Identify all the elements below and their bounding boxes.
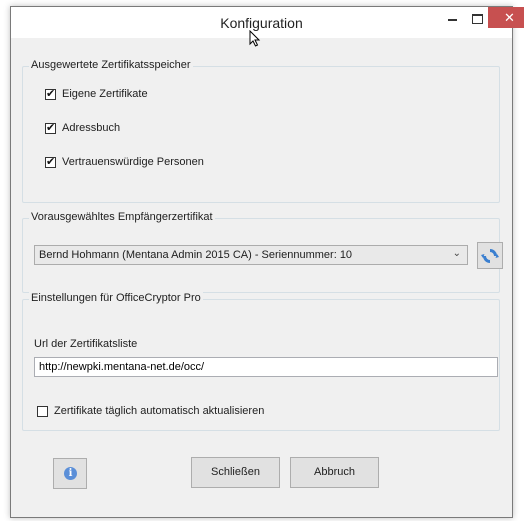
recipient-certificate-group-label: Vorausgewähltes Empfängerzertifikat <box>29 211 215 223</box>
checkbox-box[interactable]: ✔ <box>45 87 56 100</box>
checkmark-icon: ✔ <box>46 155 56 168</box>
checkbox-box[interactable]: ✔ <box>45 155 56 168</box>
address-book-label: Adressbuch <box>62 122 121 135</box>
certificate-list-url-label: Url der Zertifikatsliste <box>34 338 138 350</box>
auto-update-label: Zertifikate täglich automatisch aktualis… <box>54 405 265 418</box>
trusted-persons-checkbox[interactable]: ✔ Vertrauenswürdige Personen <box>45 155 204 169</box>
close-icon: ✕ <box>504 10 515 25</box>
address-book-checkbox[interactable]: ✔ Adressbuch <box>45 121 120 135</box>
own-certificates-label: Eigene Zertifikate <box>62 88 148 101</box>
configuration-dialog: Konfiguration ✕ Ausgewertete Zertifikats… <box>10 6 524 518</box>
window-title: Konfiguration <box>220 15 303 31</box>
auto-update-checkbox[interactable]: Zertifikate täglich automatisch aktualis… <box>37 404 264 418</box>
mouse-cursor-icon <box>249 30 261 47</box>
minimize-button[interactable] <box>441 7 463 28</box>
checkmark-icon: ✔ <box>46 121 56 134</box>
maximize-icon <box>471 13 483 24</box>
own-certificates-checkbox[interactable]: ✔ Eigene Zertifikate <box>45 87 148 101</box>
trusted-persons-label: Vertrauenswürdige Personen <box>62 156 204 169</box>
close-button[interactable]: Schließen <box>191 457 280 488</box>
info-icon: i <box>64 467 77 480</box>
checkmark-icon: ✔ <box>46 87 56 100</box>
certificate-list-url-input[interactable] <box>34 357 498 377</box>
info-button[interactable]: i <box>53 458 87 489</box>
cancel-button[interactable]: Abbruch <box>290 457 379 488</box>
checkbox-box[interactable]: ✔ <box>45 121 56 134</box>
selected-certificate-value: Bernd Hohmann (Mentana Admin 2015 CA) - … <box>39 249 353 261</box>
recipient-certificate-select[interactable]: Bernd Hohmann (Mentana Admin 2015 CA) - … <box>34 245 468 265</box>
close-window-button[interactable]: ✕ <box>488 7 524 28</box>
maximize-button[interactable] <box>466 7 488 28</box>
minimize-icon <box>447 18 457 21</box>
refresh-certificates-button[interactable] <box>477 242 503 269</box>
officecryptor-settings-group-label: Einstellungen für OfficeCryptor Pro <box>29 292 203 304</box>
title-bar: Konfiguration ✕ <box>11 7 524 38</box>
chevron-down-icon: ⌄ <box>452 248 461 259</box>
refresh-icon <box>481 249 499 263</box>
certificate-stores-group-label: Ausgewertete Zertifikatsspeicher <box>29 59 193 71</box>
checkbox-box[interactable] <box>37 405 48 417</box>
